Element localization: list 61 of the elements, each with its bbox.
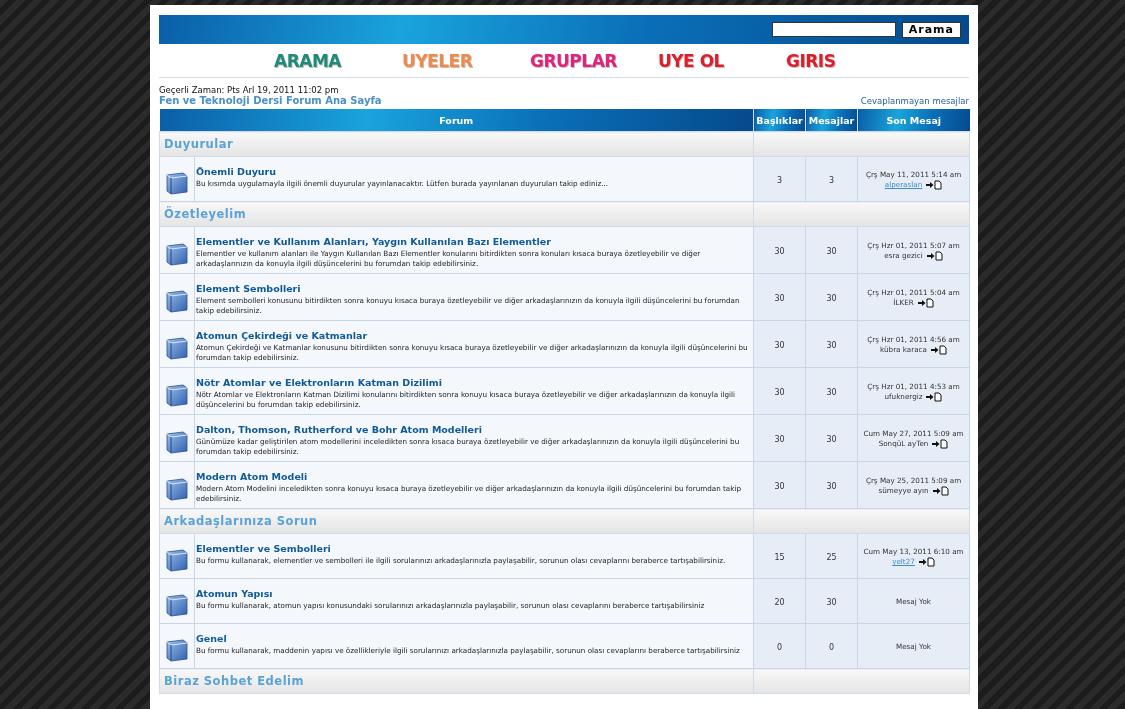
topic-count: 30 — [753, 226, 806, 274]
post-count: 25 — [805, 533, 858, 579]
nav-link[interactable]: GRUPLAR — [530, 50, 658, 71]
folder-icon — [164, 241, 190, 267]
folder-icon — [164, 637, 190, 663]
column-header: Son Mesaj — [857, 109, 970, 132]
breadcrumb-link[interactable]: Fen ve Teknoloji Dersi Forum Ana Sayfa — [159, 95, 382, 106]
forum-title-link[interactable]: Modern Atom Modeli — [196, 471, 308, 482]
arrow-page-icon — [917, 557, 935, 567]
post-count: 30 — [805, 226, 858, 274]
search-button[interactable]: Arama — [901, 21, 961, 38]
arrow-page-icon — [925, 180, 943, 190]
folder-icon — [164, 429, 190, 455]
folder-icon — [164, 170, 190, 196]
topic-count: 30 — [753, 414, 806, 462]
topic-count: 30 — [753, 273, 806, 321]
post-count: 30 — [805, 578, 858, 624]
arrow-page-icon — [925, 251, 943, 261]
topic-count: 15 — [753, 533, 806, 579]
arrow-page-icon — [931, 486, 949, 496]
arrow-page-icon — [931, 439, 949, 449]
arrow-page-icon — [925, 392, 943, 402]
forum-title-link[interactable]: Elementler ve Kullanım Alanları, Yaygın Kullanılan Bazı Elementler — [196, 236, 551, 247]
topic-count: 30 — [753, 320, 806, 368]
topic-count: 0 — [753, 623, 806, 669]
topic-count: 30 — [753, 461, 806, 509]
column-header: Mesajlar — [805, 109, 858, 132]
forum-title-link[interactable]: Element Sembolleri — [196, 283, 301, 294]
unanswered-posts-link[interactable]: Cevaplanmayan mesajlar — [860, 96, 969, 106]
column-header: Başlıklar — [753, 109, 806, 132]
nav-link[interactable]: ARAMA — [274, 50, 402, 71]
post-count: 30 — [805, 320, 858, 368]
forum-title-link[interactable]: Nötr Atomlar ve Elektronların Katman Dizilimi — [196, 377, 442, 388]
current-time: Geçerli Zaman: Pts Arl 19, 2011 11:02 pm — [159, 85, 340, 95]
topic-count: 3 — [753, 156, 806, 202]
forum-title-link[interactable]: Önemli Duyuru — [196, 166, 277, 177]
forum-title-link[interactable]: Elementler ve Sembolleri — [196, 543, 331, 554]
post-count: 3 — [805, 156, 858, 202]
nav-link[interactable]: GIRIS — [786, 50, 914, 71]
folder-icon — [164, 547, 190, 573]
topic-count: 30 — [753, 367, 806, 415]
search-field[interactable] — [771, 22, 896, 37]
folder-icon — [164, 288, 190, 314]
arrow-page-icon — [929, 345, 947, 355]
topic-count: 20 — [753, 578, 806, 624]
forum-title-link[interactable]: Atomun Çekirdeği ve Katmanlar — [196, 330, 368, 341]
folder-icon — [164, 335, 190, 361]
post-count: 30 — [805, 461, 858, 509]
forum-title-link[interactable]: Dalton, Thomson, Rutherford ve Bohr Atom Modelleri — [196, 424, 482, 435]
column-header: Forum — [159, 109, 754, 132]
arrow-page-icon — [916, 298, 934, 308]
forum-title-link[interactable]: Genel — [196, 633, 227, 644]
post-count: 30 — [805, 273, 858, 321]
post-count: 30 — [805, 414, 858, 462]
nav-link[interactable]: UYE OL — [658, 50, 786, 71]
forum-title-link[interactable]: Atomun Yapısı — [196, 588, 273, 599]
folder-icon — [164, 382, 190, 408]
post-count: 0 — [805, 623, 858, 669]
folder-icon — [164, 476, 190, 502]
post-count: 30 — [805, 367, 858, 415]
folder-icon — [164, 592, 190, 618]
